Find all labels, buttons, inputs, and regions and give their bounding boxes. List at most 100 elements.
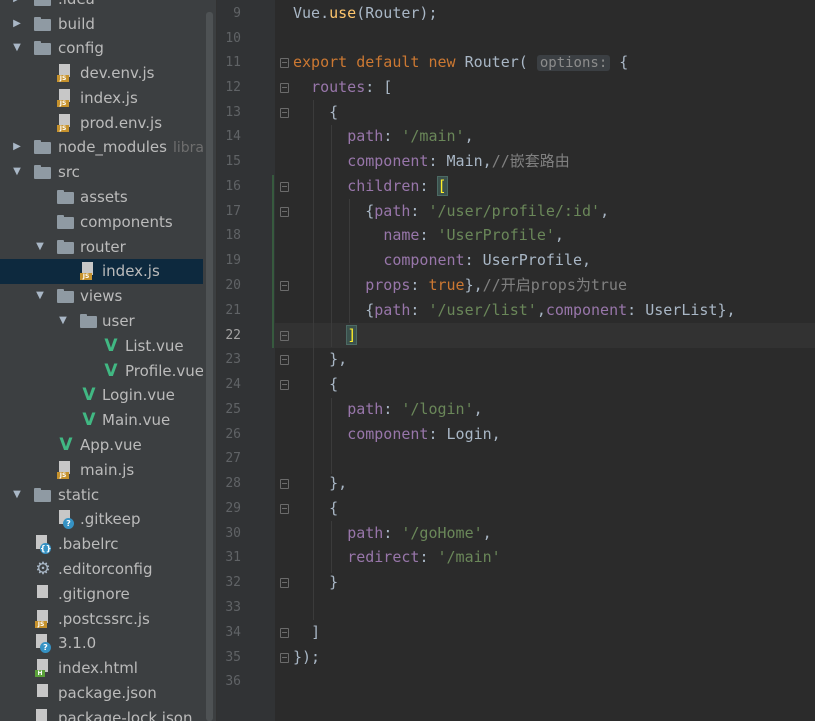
tree-item-label: List.vue — [125, 337, 184, 355]
tree-folder-static[interactable]: ▼ static — [0, 483, 203, 508]
fold-marker-icon[interactable] — [280, 83, 289, 93]
code-line-18[interactable]: name: 'UserProfile', — [293, 223, 564, 248]
matched-bracket: ] — [346, 325, 358, 345]
chevron-down-icon[interactable]: ▼ — [11, 42, 23, 54]
folder-icon — [57, 215, 74, 229]
code-line-32[interactable]: } — [293, 570, 338, 595]
chevron-down-icon[interactable]: ▼ — [11, 489, 23, 501]
code-line-17[interactable]: {path: '/user/profile/:id', — [293, 199, 609, 224]
tree-scrollbar-thumb[interactable] — [206, 12, 213, 721]
line-number: 18 — [225, 228, 241, 243]
fold-marker-icon[interactable] — [280, 58, 289, 68]
tree-file-package-lock-json[interactable]: package-lock.json — [0, 706, 203, 721]
chevron-down-icon[interactable]: ▼ — [34, 241, 46, 253]
code-line-22[interactable]: ] — [293, 323, 358, 348]
code-line-16[interactable]: children: [ — [293, 174, 448, 199]
code-line-13[interactable]: { — [293, 100, 338, 125]
fold-marker-icon[interactable] — [280, 479, 289, 489]
tree-folder-user[interactable]: ▼ user — [0, 309, 203, 334]
tree-file-3-1-0[interactable]: ? 3.1.0 — [0, 631, 203, 656]
fold-marker-icon[interactable] — [280, 653, 289, 663]
tree-file-babelrc[interactable]: {} .babelrc — [0, 532, 203, 557]
tree-folder-assets[interactable]: assets — [0, 185, 203, 210]
fold-marker-icon[interactable] — [280, 108, 289, 118]
tree-folder-components[interactable]: components — [0, 210, 203, 235]
vcs-change-marker[interactable] — [272, 175, 274, 348]
tree-file-main-vue[interactable]: V Main.vue — [0, 408, 203, 433]
code-line-20[interactable]: props: true},//开启props为true — [293, 273, 627, 298]
chevron-down-icon[interactable]: ▼ — [57, 315, 69, 327]
tree-folder-router[interactable]: ▼ router — [0, 235, 203, 260]
code-line-15[interactable]: component: Main,//嵌套路由 — [293, 149, 570, 174]
fold-marker-icon[interactable] — [280, 628, 289, 638]
chevron-down-icon[interactable]: ▼ — [11, 166, 23, 178]
line-number: 26 — [225, 427, 241, 442]
fold-marker-icon[interactable] — [280, 578, 289, 588]
code-line-23[interactable]: }, — [293, 347, 347, 372]
code-editor[interactable] — [275, 0, 815, 721]
tree-file-config-index-js[interactable]: JS index.js — [0, 86, 203, 111]
fold-marker-icon[interactable] — [280, 331, 289, 341]
line-number: 32 — [225, 575, 241, 590]
tree-file-profile-vue[interactable]: V Profile.vue — [0, 359, 203, 384]
line-number: 29 — [225, 501, 241, 516]
tree-item-label: App.vue — [80, 436, 142, 454]
tree-file-app-vue[interactable]: V App.vue — [0, 433, 203, 458]
tree-folder-node-modules[interactable]: ▶ node_moduleslibrary r — [0, 135, 203, 160]
tree-file-list-vue[interactable]: V List.vue — [0, 334, 203, 359]
chevron-right-icon[interactable]: ▶ — [11, 141, 23, 153]
code-line-35[interactable]: }); — [293, 645, 320, 670]
tree-file-gitkeep[interactable]: ? .gitkeep — [0, 507, 203, 532]
tree-scrollbar[interactable] — [203, 0, 216, 721]
code-line-29[interactable]: { — [293, 496, 338, 521]
fold-marker-icon[interactable] — [280, 380, 289, 390]
tree-folder-views[interactable]: ▼ views — [0, 284, 203, 309]
tree-item-label: prod.env.js — [80, 114, 163, 132]
fold-marker-icon[interactable] — [280, 355, 289, 365]
line-number: 31 — [225, 550, 241, 565]
code-line-14[interactable]: path: '/main', — [293, 124, 473, 149]
tree-item-label: router — [80, 238, 126, 256]
chevron-right-icon[interactable]: ▶ — [11, 0, 23, 5]
tree-file-postcssrc-js[interactable]: JS .postcssrc.js — [0, 607, 203, 632]
code-line-24[interactable]: { — [293, 372, 338, 397]
fold-marker-icon[interactable] — [280, 182, 289, 192]
tree-item-label: dev.env.js — [80, 64, 155, 82]
tree-folder-idea[interactable]: ▶ .idea — [0, 0, 203, 12]
tree-item-label: .gitkeep — [80, 510, 141, 528]
code-line-25[interactable]: path: '/login', — [293, 397, 482, 422]
code-line-9[interactable]: Vue.use(Router); — [293, 1, 438, 26]
fold-marker-icon[interactable] — [280, 281, 289, 291]
tree-folder-src[interactable]: ▼ src — [0, 160, 203, 185]
chevron-right-icon[interactable]: ▶ — [11, 18, 23, 30]
code-line-28[interactable]: }, — [293, 471, 347, 496]
unknown-file-icon: ? — [34, 634, 51, 653]
code-line-26[interactable]: component: Login, — [293, 422, 501, 447]
tree-file-router-index-js[interactable]: JS index.js — [0, 259, 203, 284]
js-file-icon: JS — [57, 461, 71, 479]
code-line-31[interactable]: redirect: '/main' — [293, 545, 501, 570]
code-line-21[interactable]: {path: '/user/list',component: UserList}… — [293, 298, 735, 323]
code-line-12[interactable]: routes: [ — [293, 75, 392, 100]
tree-file-index-html[interactable]: H index.html — [0, 656, 203, 681]
tree-item-label: src — [58, 163, 80, 181]
code-line-19[interactable]: component: UserProfile, — [293, 248, 591, 273]
code-line-11[interactable]: export default new Router( options: { — [293, 50, 628, 75]
tree-file-package-json[interactable]: package.json — [0, 681, 203, 706]
tree-folder-build[interactable]: ▶ build — [0, 12, 203, 37]
fold-marker-icon[interactable] — [280, 504, 289, 514]
chevron-down-icon[interactable]: ▼ — [34, 290, 46, 302]
tree-folder-config[interactable]: ▼ config — [0, 36, 203, 61]
code-line-30[interactable]: path: '/goHome', — [293, 521, 492, 546]
tree-file-login-vue[interactable]: V Login.vue — [0, 383, 203, 408]
line-number: 25 — [225, 402, 241, 417]
fold-marker-icon[interactable] — [280, 207, 289, 217]
tree-file-prod-env-js[interactable]: JS prod.env.js — [0, 111, 203, 136]
vue-file-icon: V — [82, 410, 96, 430]
tree-file-gitignore[interactable]: .gitignore — [0, 582, 203, 607]
line-number: 34 — [225, 625, 241, 640]
tree-file-main-js[interactable]: JS main.js — [0, 458, 203, 483]
code-line-34[interactable]: ] — [293, 620, 320, 645]
tree-file-editorconfig[interactable]: ⚙ .editorconfig — [0, 557, 203, 582]
tree-file-dev-env-js[interactable]: JS dev.env.js — [0, 61, 203, 86]
